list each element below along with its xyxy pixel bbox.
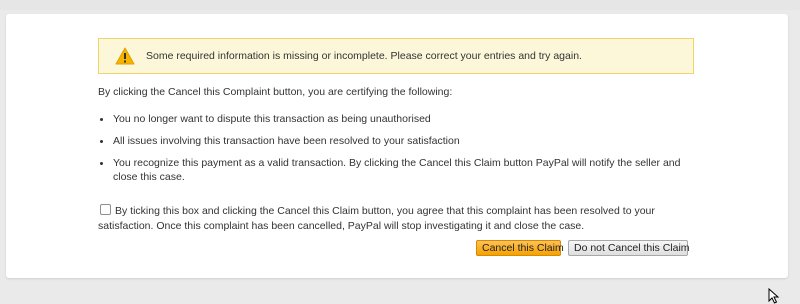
alert-message: Some required information is missing or … [146, 50, 582, 62]
do-not-cancel-claim-button[interactable]: Do not Cancel this Claim [568, 240, 690, 256]
cancel-claim-button[interactable]: Cancel this Claim [476, 240, 564, 256]
agreement-text: By ticking this box and clicking the Can… [98, 205, 655, 232]
error-alert: Some required information is missing or … [98, 38, 694, 74]
certification-list: You no longer want to dispute this trans… [98, 112, 718, 192]
list-item: You recognize this payment as a valid tr… [98, 156, 698, 184]
agreement-row: By ticking this box and clicking the Can… [98, 204, 698, 234]
top-strip [0, 0, 800, 10]
warning-icon [115, 47, 135, 65]
list-item: You no longer want to dispute this trans… [98, 112, 718, 126]
mouse-pointer-icon [768, 288, 780, 304]
list-item: All issues involving this transaction ha… [98, 134, 718, 148]
cancel-claim-panel: Some required information is missing or … [6, 14, 788, 278]
button-bar: Cancel this Claim Do not Cancel this Cla… [6, 240, 788, 260]
agreement-checkbox[interactable] [100, 204, 111, 215]
certification-intro: By clicking the Cancel this Complaint bu… [98, 86, 453, 98]
